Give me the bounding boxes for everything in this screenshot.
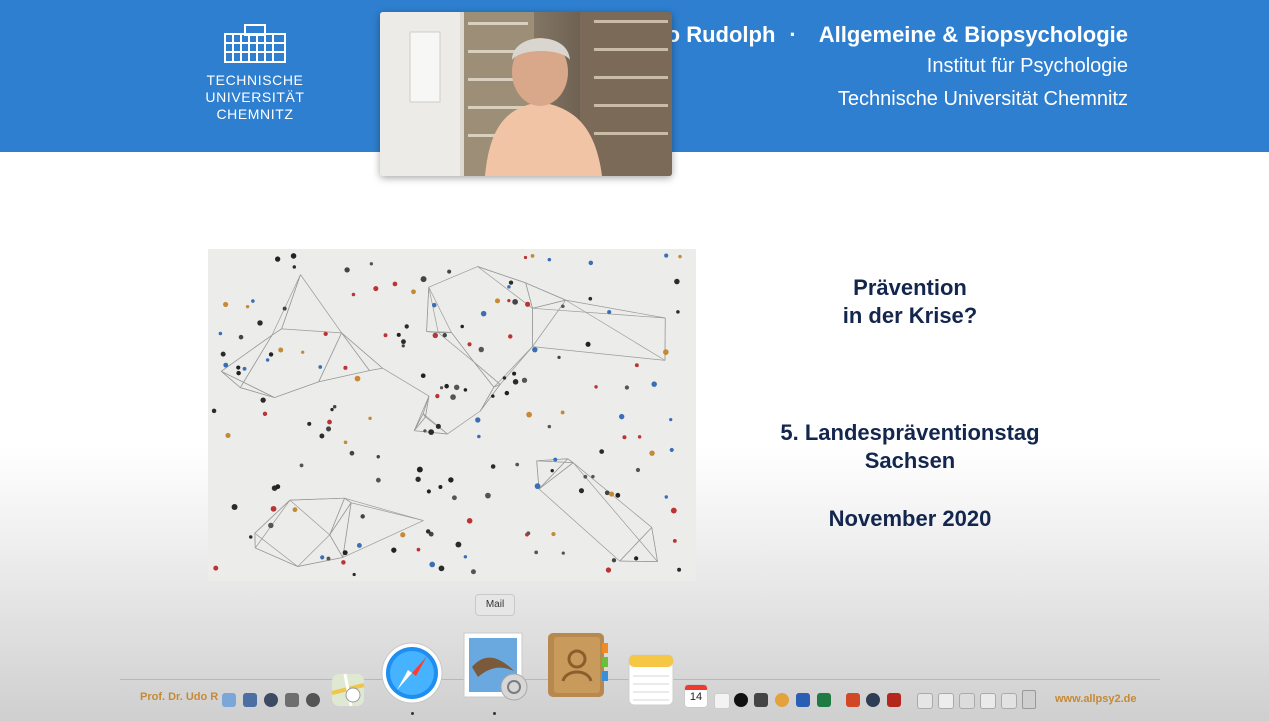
powerpoint-icon[interactable] xyxy=(846,693,860,707)
document-icon[interactable] xyxy=(959,693,975,709)
calendar-day: 14 xyxy=(689,691,703,703)
event-name-line2: Sachsen xyxy=(864,448,956,473)
event-date: November 2020 xyxy=(828,506,992,531)
excel-icon[interactable] xyxy=(817,693,831,707)
university-full-name: Technische Universität Chemnitz xyxy=(837,88,1128,110)
university-building-icon xyxy=(224,24,286,63)
app-small-icon[interactable] xyxy=(775,693,789,707)
slide-title-line1: Prävention xyxy=(853,275,967,300)
music-icon[interactable] xyxy=(714,693,730,709)
word-icon[interactable] xyxy=(796,693,810,707)
notes-icon[interactable] xyxy=(628,654,674,711)
tu-chemnitz-logo: TECHNISCHE UNIVERSITÄT CHEMNITZ xyxy=(160,22,350,123)
maps-icon[interactable] xyxy=(331,673,365,712)
university-name-line1: TECHNISCHE UNIVERSITÄT xyxy=(205,72,305,105)
safari-icon[interactable] xyxy=(380,641,444,710)
footer-author: Prof. Dr. Udo R xyxy=(140,691,219,703)
app-small-icon[interactable] xyxy=(754,693,768,707)
app-small-icon[interactable] xyxy=(285,693,299,707)
speaker-video-frame xyxy=(380,12,672,176)
appletv-icon[interactable] xyxy=(734,693,748,707)
network-people-photo xyxy=(208,249,696,581)
document-icon[interactable] xyxy=(938,693,954,709)
header-affiliation: Udo Rudolph · Allgemeine & Biopsychologie … xyxy=(637,20,1128,116)
slide-title: Prävention in der Krise? xyxy=(760,274,1060,330)
app-small-icon[interactable] xyxy=(306,693,320,707)
header-separator: · xyxy=(789,22,797,47)
launchpad-small-icon[interactable] xyxy=(264,693,278,707)
mail-icon[interactable] xyxy=(460,627,534,710)
footer-website: www.allpsy2.de xyxy=(1055,693,1137,705)
trash-icon[interactable] xyxy=(1022,690,1036,709)
chair-name: Allgemeine & Biopsychologie xyxy=(818,22,1128,47)
speaker-video[interactable] xyxy=(380,12,672,176)
document-icon[interactable] xyxy=(1001,693,1017,709)
event-name-line1: 5. Landespräventionstag xyxy=(780,420,1040,445)
acrobat-icon[interactable] xyxy=(887,693,901,707)
mail-running-indicator xyxy=(493,712,496,715)
university-name-line2: CHEMNITZ xyxy=(216,106,294,122)
slide-title-line2: in der Krise? xyxy=(842,303,978,328)
network-graph-image xyxy=(211,253,682,577)
institute-name: Institut für Psychologie xyxy=(926,55,1128,77)
app-small-icon[interactable] xyxy=(243,693,257,707)
event-name: 5. Landespräventionstag Sachsen xyxy=(760,419,1060,475)
dock-tooltip: Mail xyxy=(475,594,515,616)
contacts-icon[interactable] xyxy=(546,631,610,704)
document-icon[interactable] xyxy=(980,693,996,709)
document-icon[interactable] xyxy=(917,693,933,709)
safari-running-indicator xyxy=(411,712,414,715)
calendar-icon[interactable]: 14 xyxy=(684,684,708,708)
finder-small-icon[interactable] xyxy=(222,693,236,707)
app-small-icon[interactable] xyxy=(866,693,880,707)
